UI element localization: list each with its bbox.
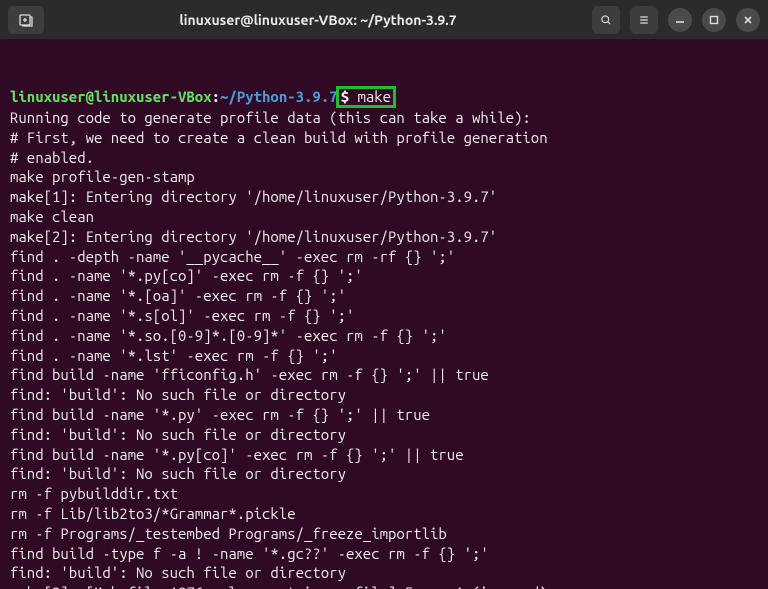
output-line: rm -f Programs/_testembed Programs/_free…: [10, 524, 758, 544]
prompt-user-host: linuxuser@linuxuser-VBox: [10, 88, 212, 105]
output-line: find build -name '*.py[co]' -exec rm -f …: [10, 445, 758, 465]
entered-command: make: [357, 88, 391, 105]
output-line: find build -type f -a ! -name '*.gc??' -…: [10, 544, 758, 564]
output-line: make[2]: Entering directory '/home/linux…: [10, 227, 758, 247]
output-line: find: 'build': No such file or directory: [10, 425, 758, 445]
output-line: # enabled.: [10, 148, 758, 168]
prompt-dollar: $: [341, 88, 358, 105]
prompt-colon: :: [212, 88, 220, 105]
maximize-button[interactable]: [702, 8, 726, 32]
output-line: find . -name '*.[oa]' -exec rm -f {} ';': [10, 286, 758, 306]
output-line: make[2]: [Makefile:1876: clean-retain-pr…: [10, 583, 758, 589]
minimize-icon: [674, 14, 686, 26]
terminal-viewport[interactable]: linuxuser@linuxuser-VBox:~/Python-3.9.7$…: [0, 40, 768, 589]
hamburger-icon: [638, 14, 650, 26]
output-line: find: 'build': No such file or directory: [10, 385, 758, 405]
hamburger-menu-button[interactable]: [630, 6, 658, 34]
output-line: make[1]: Entering directory '/home/linux…: [10, 187, 758, 207]
output-line: find . -name '*.py[co]' -exec rm -f {} '…: [10, 266, 758, 286]
output-line: rm -f Lib/lib2to3/*Grammar*.pickle: [10, 504, 758, 524]
output-line: Running code to generate profile data (t…: [10, 108, 758, 128]
output-line: make profile-gen-stamp: [10, 167, 758, 187]
new-tab-button[interactable]: [8, 6, 44, 34]
prompt-line: linuxuser@linuxuser-VBox:~/Python-3.9.7$…: [10, 86, 758, 109]
prompt-path: ~/Python-3.9.7: [220, 88, 338, 105]
window-title: linuxuser@linuxuser-VBox: ~/Python-3.9.7: [52, 12, 584, 28]
output-line: make clean: [10, 207, 758, 227]
output-line: find build -name 'fficonfig.h' -exec rm …: [10, 365, 758, 385]
minimize-button[interactable]: [668, 8, 692, 32]
output-line: find: 'build': No such file or directory: [10, 563, 758, 583]
output-line: find . -name '*.lst' -exec rm -f {} ';': [10, 346, 758, 366]
close-icon: [742, 14, 754, 26]
maximize-icon: [708, 14, 720, 26]
output-line: find build -name '*.py' -exec rm -f {} '…: [10, 405, 758, 425]
output-line: find . -depth -name '__pycache__' -exec …: [10, 247, 758, 267]
output-line: find: 'build': No such file or directory: [10, 464, 758, 484]
new-tab-icon: [18, 12, 34, 28]
search-icon: [600, 14, 612, 26]
search-button[interactable]: [592, 6, 620, 34]
output-line: find . -name '*.so.[0-9]*.[0-9]*' -exec …: [10, 326, 758, 346]
output-line: # First, we need to create a clean build…: [10, 128, 758, 148]
window-titlebar: linuxuser@linuxuser-VBox: ~/Python-3.9.7: [0, 0, 768, 40]
close-button[interactable]: [736, 8, 760, 32]
output-line: find . -name '*.s[ol]' -exec rm -f {} ';…: [10, 306, 758, 326]
output-line: rm -f pybuilddir.txt: [10, 484, 758, 504]
